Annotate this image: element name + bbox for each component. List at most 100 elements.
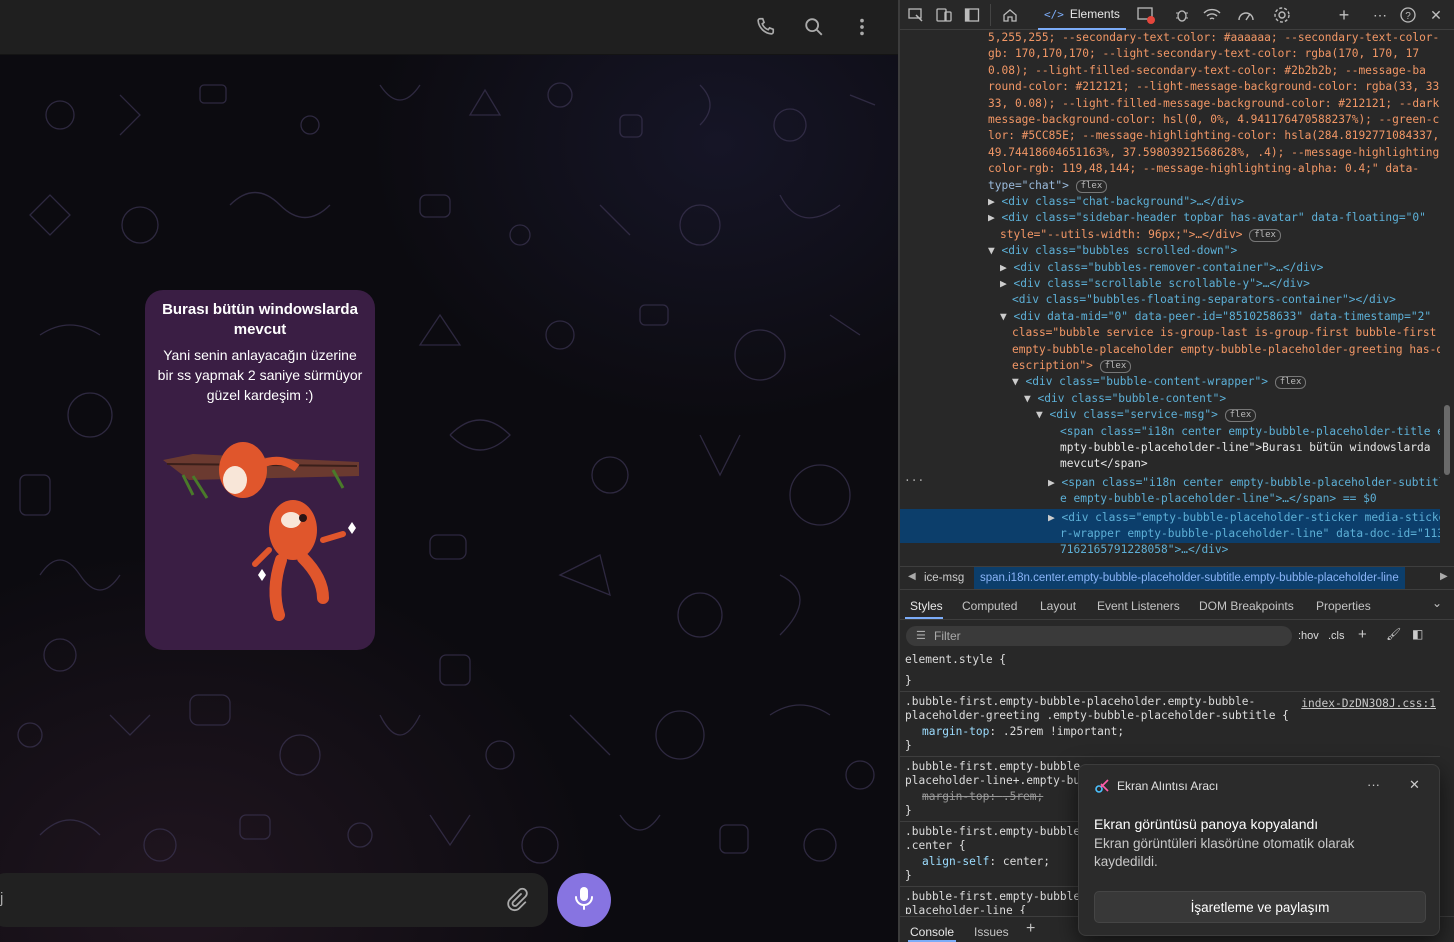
- dom-line[interactable]: color-rgb: 119,48,144; --message-highlig…: [988, 161, 1440, 178]
- crumb-right-arrow-icon[interactable]: ▶: [1440, 571, 1448, 582]
- device-toolbar-icon[interactable]: [934, 5, 954, 25]
- dom-line[interactable]: ▶ <div class="scrollable scrollable-y">……: [1000, 276, 1440, 293]
- flex-badge[interactable]: flex: [1249, 228, 1281, 242]
- filter-input[interactable]: ☰ Filter: [906, 626, 1292, 646]
- dom-line[interactable]: ▼ <div class="service-msg"> flex: [1036, 407, 1440, 424]
- dom-line[interactable]: r-wrapper empty-bubble-placeholder-line"…: [1060, 526, 1440, 543]
- more-vertical-icon[interactable]: [845, 10, 879, 44]
- settings-icon[interactable]: [1272, 5, 1292, 25]
- network-icon[interactable]: [1202, 5, 1222, 25]
- more-icon[interactable]: ⋯: [1370, 5, 1390, 25]
- rule-selector[interactable]: .bubble-first.empty-bubble-: [905, 889, 1087, 904]
- add-drawer-tab-icon[interactable]: +: [1026, 920, 1035, 938]
- stylesheet-link[interactable]: index-DzDN3O8J.css:1: [1301, 696, 1436, 711]
- tab-layout[interactable]: Layout: [1040, 599, 1076, 613]
- fox-sticker[interactable]: [163, 440, 359, 630]
- chevron-down-icon[interactable]: ⌄: [1432, 596, 1442, 610]
- tab-dom-breakpoints[interactable]: DOM Breakpoints: [1199, 599, 1294, 613]
- dom-line[interactable]: style="--utils-width: 96px;">…</div> fle…: [1000, 227, 1440, 244]
- cls-toggle[interactable]: .cls: [1328, 630, 1345, 642]
- add-tab-icon[interactable]: +: [1334, 5, 1354, 25]
- dom-line[interactable]: ▼ <div class="bubble-content">: [1024, 391, 1440, 408]
- dom-line[interactable]: lor: #5CC85E; --message-highlighting-col…: [988, 128, 1440, 145]
- dom-line[interactable]: ▶ <div class="bubbles-remover-container"…: [1000, 260, 1440, 277]
- breadcrumb-item-selected[interactable]: span.i18n.center.empty-bubble-placeholde…: [974, 567, 1405, 589]
- dom-line[interactable]: gb: 170,170,170; --light-secondary-text-…: [988, 46, 1440, 63]
- elements-dom-tree[interactable]: 5,255,255; --secondary-text-color: #aaaa…: [900, 30, 1440, 562]
- dom-line[interactable]: mpty-bubble-placeholder-line">Burası büt…: [1060, 440, 1440, 457]
- dom-line[interactable]: message-background-color: hsl(0, 0%, 4.9…: [988, 112, 1440, 129]
- tab-elements[interactable]: </> Elements: [1038, 0, 1126, 30]
- dom-line[interactable]: escription"> flex: [1012, 358, 1440, 375]
- message-composer[interactable]: j: [0, 873, 548, 927]
- dom-line[interactable]: 5,255,255; --secondary-text-color: #aaaa…: [988, 30, 1440, 47]
- breadcrumb-item[interactable]: ice-msg: [924, 572, 964, 584]
- dom-line[interactable]: 33, 0.08); --light-filled-message-backgr…: [988, 96, 1440, 113]
- rule-selector[interactable]: placeholder-greeting .empty-bubble-place…: [905, 708, 1289, 723]
- notification-close-icon[interactable]: ✕: [1409, 777, 1420, 793]
- rule-selector[interactable]: .bubble-first.empty-bubble-: [905, 759, 1087, 774]
- tab-properties[interactable]: Properties: [1316, 599, 1371, 613]
- bug-icon[interactable]: [1172, 5, 1192, 25]
- dom-scrollbar[interactable]: [1441, 30, 1453, 562]
- console-error-icon[interactable]: [1136, 5, 1156, 25]
- style-declaration[interactable]: align-self: center;: [922, 854, 1050, 869]
- sidebar-toggle-icon[interactable]: ◧: [1412, 627, 1423, 641]
- notification-more-icon[interactable]: ···: [1367, 777, 1380, 792]
- rule-selector[interactable]: placeholder-line+.empty-bub: [905, 773, 1087, 788]
- dom-line[interactable]: empty-bubble-placeholder empty-bubble-pl…: [1012, 342, 1440, 359]
- dom-line[interactable]: ▼ <div data-mid="0" data-peer-id="851025…: [1000, 309, 1440, 326]
- tab-event-listeners[interactable]: Event Listeners: [1097, 599, 1180, 613]
- paint-icon[interactable]: 🖌: [1386, 627, 1401, 641]
- inspect-icon[interactable]: [906, 5, 926, 25]
- dom-line[interactable]: 49.74418604651163%, 37.59803921568628%, …: [988, 145, 1440, 162]
- rule-selector[interactable]: placeholder-line {: [905, 903, 1026, 914]
- dock-icon[interactable]: [962, 5, 982, 25]
- attach-icon[interactable]: [504, 886, 528, 917]
- dom-line[interactable]: class="bubble service is-group-last is-g…: [1012, 325, 1440, 342]
- rule-selector[interactable]: .bubble-first.empty-bubble-: [905, 824, 1087, 839]
- close-icon[interactable]: ✕: [1426, 5, 1446, 25]
- flex-badge[interactable]: flex: [1224, 409, 1257, 423]
- flex-badge[interactable]: flex: [1274, 376, 1307, 390]
- home-icon[interactable]: [1000, 5, 1020, 25]
- search-icon[interactable]: [797, 10, 831, 44]
- snipping-tool-notification[interactable]: Ekran Alıntısı Aracı ··· ✕ Ekran görüntü…: [1078, 764, 1440, 936]
- message-input[interactable]: j: [0, 890, 3, 907]
- rule-selector[interactable]: .center {: [905, 838, 966, 853]
- rule-selector[interactable]: .bubble-first.empty-bubble-placeholder.e…: [905, 694, 1255, 709]
- dom-line[interactable]: ▶ <div class="empty-bubble-placeholder-s…: [1048, 510, 1440, 527]
- dom-line[interactable]: <span class="i18n center empty-bubble-pl…: [1060, 424, 1440, 441]
- dom-line[interactable]: type="chat"> flex: [988, 178, 1440, 195]
- dom-line[interactable]: ▶ <div class="chat-background">…</div>: [988, 194, 1440, 211]
- performance-icon[interactable]: [1236, 5, 1256, 25]
- tab-computed[interactable]: Computed: [962, 599, 1017, 613]
- dom-line[interactable]: ▼ <div class="bubbles scrolled-down">: [988, 243, 1440, 260]
- element-style-selector[interactable]: element.style {: [905, 652, 1006, 667]
- dom-line[interactable]: ▼ <div class="bubble-content-wrapper"> f…: [1012, 374, 1440, 391]
- dom-line[interactable]: <div class="bubbles-floating-separators-…: [1012, 292, 1440, 309]
- flex-badge[interactable]: flex: [1099, 360, 1132, 373]
- dom-line[interactable]: ▶ <div class="sidebar-header topbar has-…: [988, 210, 1440, 227]
- microphone-button[interactable]: [557, 873, 611, 927]
- dom-line[interactable]: mevcut</span>: [1060, 456, 1440, 473]
- hov-toggle[interactable]: :hov: [1298, 630, 1319, 642]
- flex-badge[interactable]: flex: [1075, 179, 1108, 193]
- phone-icon[interactable]: [748, 10, 782, 44]
- toolbar-divider: [990, 4, 991, 26]
- dom-line[interactable]: 0.08); --light-filled-secondary-text-col…: [988, 63, 1440, 80]
- dom-line[interactable]: e empty-bubble-placeholder-line">…</span…: [1060, 491, 1440, 508]
- dom-scrollbar-thumb[interactable]: [1444, 405, 1450, 475]
- dom-line[interactable]: 7162165791228058">…</div>: [1060, 542, 1440, 559]
- markup-and-share-button[interactable]: İşaretleme ve paylaşım: [1094, 891, 1426, 923]
- style-declaration[interactable]: margin-top: .25rem !important;: [922, 724, 1124, 739]
- dom-line[interactable]: round-color: #212121; --light-message-ba…: [988, 79, 1440, 96]
- tab-styles[interactable]: Styles: [910, 599, 943, 613]
- dom-line[interactable]: ▶ <span class="i18n center empty-bubble-…: [1048, 475, 1440, 492]
- style-declaration-overridden[interactable]: margin-top: .5rem;: [922, 789, 1043, 804]
- crumb-left-arrow-icon[interactable]: ◀: [908, 571, 916, 582]
- tab-issues[interactable]: Issues: [974, 925, 1009, 939]
- new-style-rule-icon[interactable]: +: [1358, 626, 1367, 643]
- help-icon[interactable]: ?: [1398, 5, 1418, 25]
- tab-console[interactable]: Console: [910, 925, 954, 939]
